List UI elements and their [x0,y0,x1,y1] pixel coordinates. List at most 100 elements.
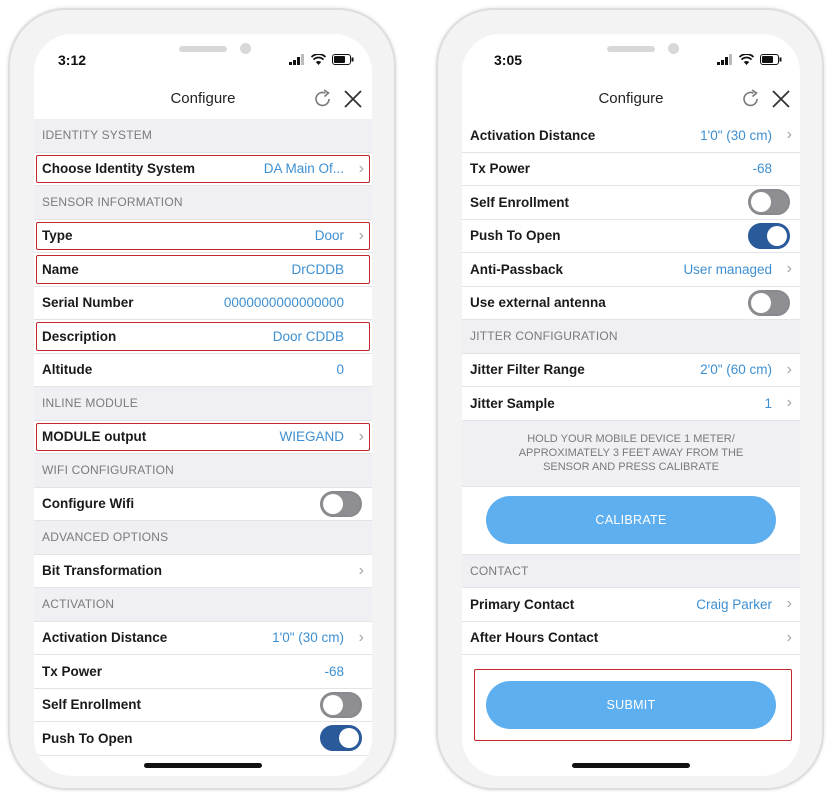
row-label: Push To Open [42,730,133,746]
row-value: User managed [683,261,772,277]
row-label: Self Enrollment [470,194,570,210]
row-jitter-sample[interactable]: Jitter Sample 1 › [462,387,800,421]
row-jitter-filter-range[interactable]: Jitter Filter Range 2'0" (60 cm) › [462,353,800,387]
toggle-knob [323,694,343,715]
row-tx-power[interactable]: Tx Power -68 [462,152,800,186]
chevron-right-icon: › [786,260,792,278]
wifi-icon [311,54,326,65]
row-push-to-open: Push To Open [34,722,372,756]
row-self-enrollment: Self Enrollment [462,186,800,220]
row-serial-number[interactable]: Serial Number 0000000000000000 [34,286,372,320]
row-label: Use external antenna [470,295,606,311]
section-header-identity-system: IDENTITY SYSTEM [34,119,372,153]
row-value: 1'0" (30 cm) [272,630,344,646]
status-time: 3:05 [494,52,523,68]
toggle-switch[interactable] [748,222,790,249]
row-label: Activation Distance [42,630,168,646]
row-label: Choose Identity System [42,161,196,177]
toggle-knob [339,728,359,749]
row-label: Bit Transformation [42,563,163,579]
chevron-right-icon: › [786,595,792,613]
section-header-activation: ACTIVATION [34,588,372,622]
row-label: Tx Power [470,161,531,177]
section-header-jitter-configuration: JITTER CONFIGURATION [462,320,800,354]
toggle-switch[interactable] [320,490,362,517]
row-bit-transformation[interactable]: Bit Transformation › [34,554,372,588]
row-module-output[interactable]: MODULE output WIEGAND › [34,420,372,454]
row-label: Altitude [42,362,93,378]
row-after-hours-contact[interactable]: After Hours Contact › [462,621,800,655]
row-value: WIEGAND [279,429,344,445]
row-choose-identity-system[interactable]: Choose Identity System DA Main Of... › [34,152,372,186]
row-label: Description [42,328,117,344]
row-description[interactable]: Description Door CDDB [34,320,372,354]
close-icon[interactable] [770,88,792,110]
submit-area: SUBMIT [462,655,800,741]
toggle-knob [751,292,771,313]
row-tx-power[interactable]: Tx Power -68 [34,655,372,689]
row-label: MODULE output [42,429,147,445]
row-anti-passback[interactable]: Anti-Passback User managed › [462,253,800,287]
row-primary-contact[interactable]: Primary Contact Craig Parker › [462,588,800,622]
row-type[interactable]: Type Door › [34,219,372,253]
camera-notch [240,43,251,54]
toggle-switch[interactable] [320,725,362,752]
section-header-inline-module: INLINE MODULE [34,387,372,421]
row-activation-distance[interactable]: Activation Distance 1'0" (30 cm) › [462,119,800,153]
submit-button[interactable]: SUBMIT [486,681,776,729]
row-label: Type [42,228,73,244]
chevron-right-icon: › [358,159,364,177]
signal-icon [289,54,304,65]
toggle-knob [323,493,343,514]
status-bar: 3:12 [34,34,372,86]
close-icon[interactable] [342,88,364,110]
row-use-external-antenna: Use external antenna [462,286,800,320]
row-name[interactable]: Name DrCDDB [34,253,372,287]
nav-header: Configure [34,86,372,119]
row-label: Push To Open [470,228,561,244]
chevron-right-icon: › [358,561,364,579]
row-label: Primary Contact [470,596,575,612]
row-value: 0 [336,362,344,378]
row-value: -68 [752,161,772,177]
row-value: Door CDDB [272,328,344,344]
row-value: 1'0" (30 cm) [700,127,772,143]
calibrate-instruction: HOLD YOUR MOBILE DEVICE 1 METER/ APPROXI… [462,420,800,487]
right-phone: 3:05 Configure Activation Distance 1'0" (… [436,8,824,790]
row-value: 0000000000000000 [223,295,344,311]
chevron-right-icon: › [358,226,364,244]
section-header-advanced-options: ADVANCED OPTIONS [34,521,372,555]
row-value: 2'0" (60 cm) [700,362,772,378]
refresh-icon[interactable] [740,88,762,110]
toggle-switch[interactable] [748,189,790,216]
home-indicator[interactable] [144,763,262,768]
settings-list: Activation Distance 1'0" (30 cm) › Tx Power… [462,119,800,741]
home-indicator[interactable] [572,763,690,768]
chevron-right-icon: › [358,427,364,445]
chevron-right-icon: › [358,628,364,646]
battery-icon [760,54,782,65]
row-value: DA Main Of... [263,161,344,177]
chevron-right-icon: › [786,360,792,378]
calibrate-area: CALIBRATE [462,486,800,555]
row-label: After Hours Contact [470,630,599,646]
camera-notch [668,43,679,54]
row-altitude[interactable]: Altitude 0 [34,353,372,387]
row-activation-distance[interactable]: Activation Distance 1'0" (30 cm) › [34,621,372,655]
right-screen: 3:05 Configure Activation Distance 1'0" (… [462,34,800,776]
refresh-icon[interactable] [312,88,334,110]
toggle-knob [767,225,787,246]
chevron-right-icon: › [786,126,792,144]
calibrate-button[interactable]: CALIBRATE [486,496,776,544]
row-value: 1 [764,395,772,411]
row-self-enrollment: Self Enrollment [34,688,372,722]
row-label: Tx Power [42,663,103,679]
row-label: Name [42,261,79,277]
status-icons [289,54,354,65]
row-configure-wifi: Configure Wifi [34,487,372,521]
toggle-switch[interactable] [748,289,790,316]
row-label: Configure Wifi [42,496,135,512]
toggle-switch[interactable] [320,691,362,718]
status-icons [717,54,782,65]
status-time: 3:12 [58,52,87,68]
